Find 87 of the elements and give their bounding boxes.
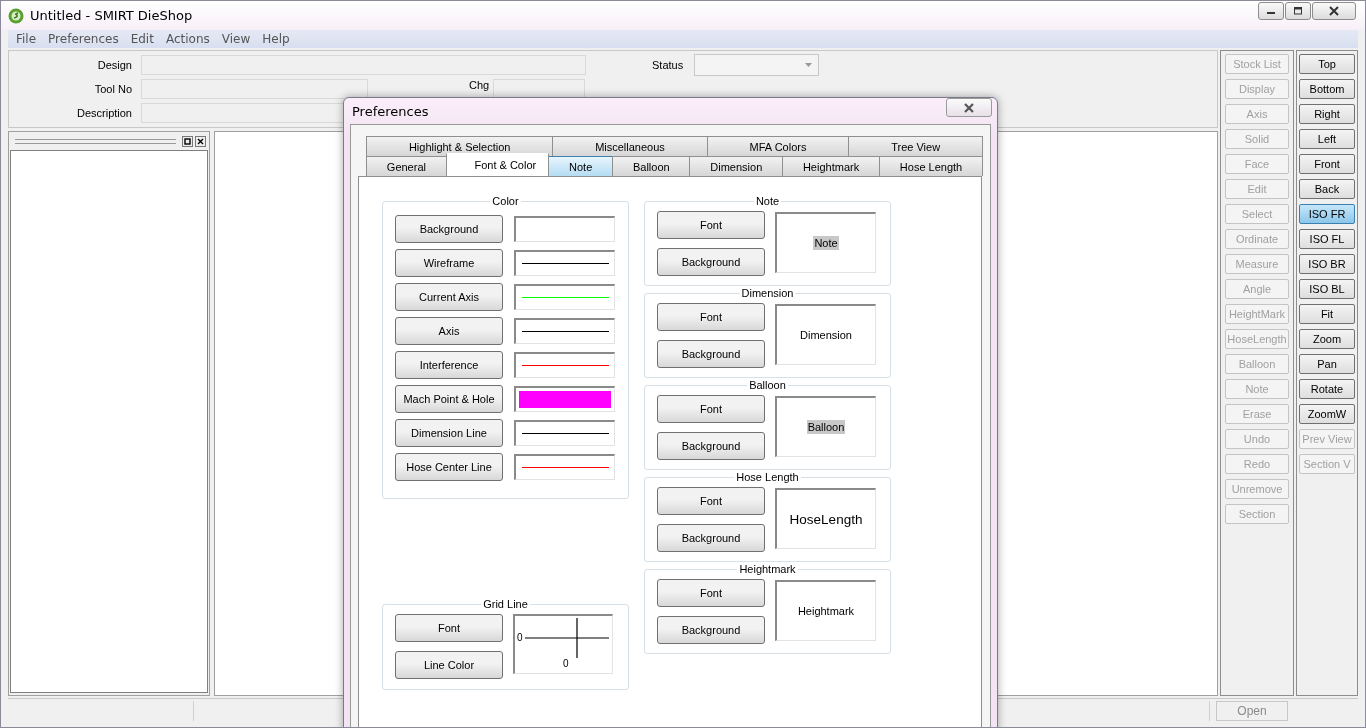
view-button[interactable]: Front <box>1299 154 1355 174</box>
axis-label: 0 <box>563 658 569 669</box>
close-icon <box>1329 6 1339 16</box>
group-title: Dimension <box>740 287 795 299</box>
group-title: Note <box>754 195 781 207</box>
view-button[interactable]: Zoom <box>1299 329 1355 349</box>
color-button[interactable]: Axis <box>395 317 503 345</box>
view-button[interactable]: ISO BR <box>1299 254 1355 274</box>
maximize-button[interactable] <box>1285 2 1311 20</box>
menu-item[interactable]: Edit <box>125 32 161 46</box>
panel-grip[interactable] <box>15 138 176 144</box>
tab[interactable]: Dimension <box>689 156 784 176</box>
app-logo-icon <box>8 7 24 24</box>
font-setting-button[interactable]: Background <box>657 340 765 368</box>
tab[interactable]: MFA Colors <box>706 136 850 156</box>
view-button[interactable]: Top <box>1299 54 1355 74</box>
font-setting-button[interactable]: Background <box>657 248 765 276</box>
group-title: Balloon <box>748 379 787 391</box>
view-button[interactable]: Pan <box>1299 354 1355 374</box>
sample-text: Dimension <box>799 328 853 342</box>
color-button[interactable]: Background <box>395 215 503 243</box>
window-title: Untitled - SMIRT DieShop <box>30 8 193 23</box>
sample-text: Heightmark <box>796 604 856 618</box>
menu-item[interactable]: View <box>216 32 258 46</box>
group-title: Hose Length <box>735 471 800 483</box>
view-button[interactable]: Left <box>1299 129 1355 149</box>
caret-icon <box>805 63 812 67</box>
sample-text: HoseLength <box>788 510 864 528</box>
group-title: Color <box>491 195 520 207</box>
font-setting-button[interactable]: Background <box>657 524 765 552</box>
chg-field[interactable] <box>493 79 586 99</box>
tab[interactable]: Tree View <box>848 136 983 156</box>
font-setting-button[interactable]: Font <box>657 211 765 239</box>
chg-label: Chg <box>469 79 490 91</box>
view-button[interactable]: ISO BL <box>1299 279 1355 299</box>
color-button[interactable]: Mach Point & Hole <box>395 385 503 413</box>
tab[interactable]: Highlight & Selection <box>366 136 554 156</box>
view-button[interactable]: ISO FL <box>1299 229 1355 249</box>
design-label: Design <box>96 59 132 71</box>
description-label: Description <box>75 107 132 119</box>
maximize-icon <box>1293 7 1303 15</box>
color-button[interactable]: Dimension Line <box>395 419 503 447</box>
tab[interactable]: Miscellaneous <box>552 136 708 156</box>
dialog-title: Preferences <box>352 103 429 119</box>
grid-button[interactable]: Font <box>395 614 503 642</box>
tab[interactable]: Font & Color <box>445 153 550 176</box>
menu-item[interactable]: File <box>11 32 44 46</box>
font-setting-button[interactable]: Background <box>657 432 765 460</box>
view-button[interactable]: ISO FR <box>1299 204 1355 224</box>
menu-item[interactable]: Help <box>257 32 297 46</box>
close-icon[interactable] <box>195 135 206 147</box>
menu-item[interactable]: Actions <box>160 32 217 46</box>
font-setting-button[interactable]: Font <box>657 395 765 423</box>
tab[interactable]: Note <box>548 156 614 176</box>
view-button[interactable]: Right <box>1299 104 1355 124</box>
tool-no-label: Tool No <box>93 83 132 95</box>
tab[interactable]: Balloon <box>612 156 691 176</box>
view-button[interactable]: Rotate <box>1299 379 1355 399</box>
view-button[interactable]: Back <box>1299 179 1355 199</box>
minimize-button[interactable] <box>1258 2 1284 20</box>
color-button[interactable]: Hose Center Line <box>395 453 503 481</box>
tab[interactable]: Hose Length <box>879 156 984 176</box>
close-button[interactable] <box>946 98 992 117</box>
tab[interactable]: General <box>366 156 447 176</box>
font-setting-button[interactable]: Background <box>657 616 765 644</box>
tab[interactable]: Heightmark <box>782 156 880 176</box>
grid-button[interactable]: Line Color <box>395 651 503 679</box>
group-title: Grid Line <box>482 598 529 610</box>
view-button[interactable]: Fit <box>1299 304 1355 324</box>
sample-text: Note <box>813 236 839 250</box>
color-button[interactable]: Wireframe <box>395 249 503 277</box>
restore-icon[interactable] <box>182 135 193 147</box>
close-button[interactable] <box>1312 2 1356 20</box>
axis-label: 0 <box>517 632 523 643</box>
status-label: Status <box>652 59 684 71</box>
view-button[interactable]: ZoomW <box>1299 404 1355 424</box>
close-icon <box>963 102 975 113</box>
color-button[interactable]: Current Axis <box>395 283 503 311</box>
font-setting-button[interactable]: Font <box>657 487 765 515</box>
group-title: Heightmark <box>738 563 797 575</box>
view-button[interactable]: Bottom <box>1299 79 1355 99</box>
sample-text: Balloon <box>806 420 846 434</box>
color-button[interactable]: Interference <box>395 351 503 379</box>
menu-item[interactable]: Preferences <box>43 32 126 46</box>
font-setting-button[interactable]: Font <box>657 579 765 607</box>
font-setting-button[interactable]: Font <box>657 303 765 331</box>
tool-no-field[interactable] <box>141 79 368 99</box>
